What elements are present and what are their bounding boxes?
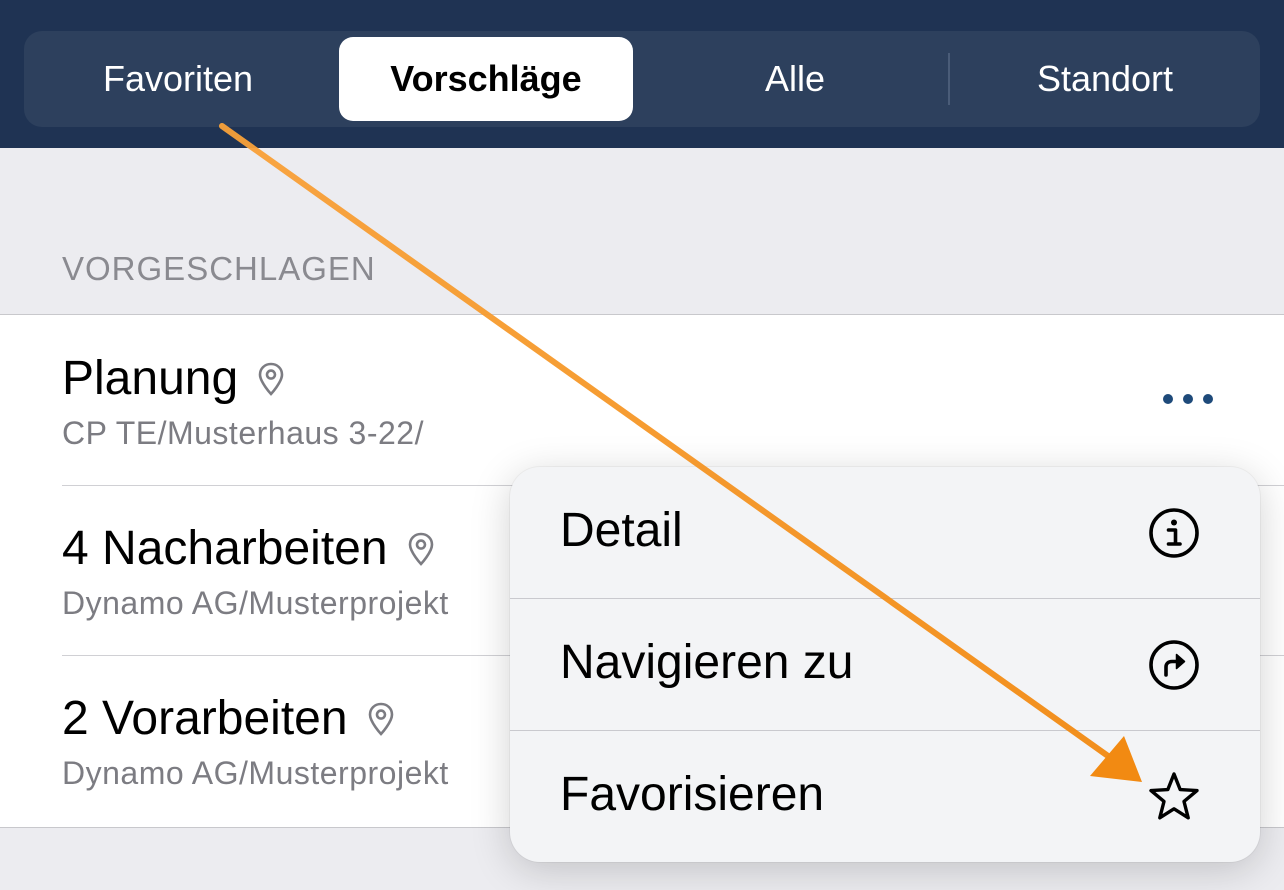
navigate-arrow-icon — [1149, 640, 1199, 690]
top-bar: Favoriten Vorschläge Alle Standort — [0, 0, 1284, 148]
section-header: VORGESCHLAGEN — [62, 250, 376, 287]
item-title: Planung — [62, 352, 239, 405]
location-pin-icon — [408, 532, 433, 566]
item-title: 4 Nacharbeiten — [62, 522, 388, 575]
menu-item-label: Detail — [560, 504, 683, 557]
item-subtitle: Dynamo AG/Musterprojekt — [62, 585, 449, 621]
location-pin-icon — [368, 702, 393, 736]
tab-favoriten[interactable]: Favoriten — [24, 37, 332, 121]
menu-item-navigieren[interactable]: Navigieren zu — [510, 599, 1260, 730]
segmented-control: Favoriten Vorschläge Alle Standort — [24, 31, 1260, 127]
item-subtitle: Dynamo AG/Musterprojekt — [62, 755, 449, 791]
item-subtitle: CP TE/Musterhaus 3-22/ — [62, 415, 424, 451]
location-pin-icon — [258, 362, 284, 396]
list-item[interactable]: Planung CP TE/Musterhaus 3-22/ — [0, 315, 1284, 485]
menu-item-detail[interactable]: Detail — [510, 467, 1260, 598]
tab-vorschlaege[interactable]: Vorschläge — [339, 37, 633, 121]
more-options-icon[interactable] — [1158, 379, 1218, 419]
menu-item-favorisieren[interactable]: Favorisieren — [510, 731, 1260, 862]
menu-item-label: Favorisieren — [560, 768, 825, 821]
tab-alle[interactable]: Alle — [644, 37, 946, 121]
tab-standort[interactable]: Standort — [950, 37, 1260, 121]
menu-item-label: Navigieren zu — [560, 636, 854, 689]
info-circle-icon — [1149, 508, 1199, 558]
item-title: 2 Vorarbeiten — [62, 692, 348, 745]
star-icon — [1149, 772, 1199, 820]
context-menu: Detail Navigieren zu Favorisieren — [510, 467, 1260, 862]
